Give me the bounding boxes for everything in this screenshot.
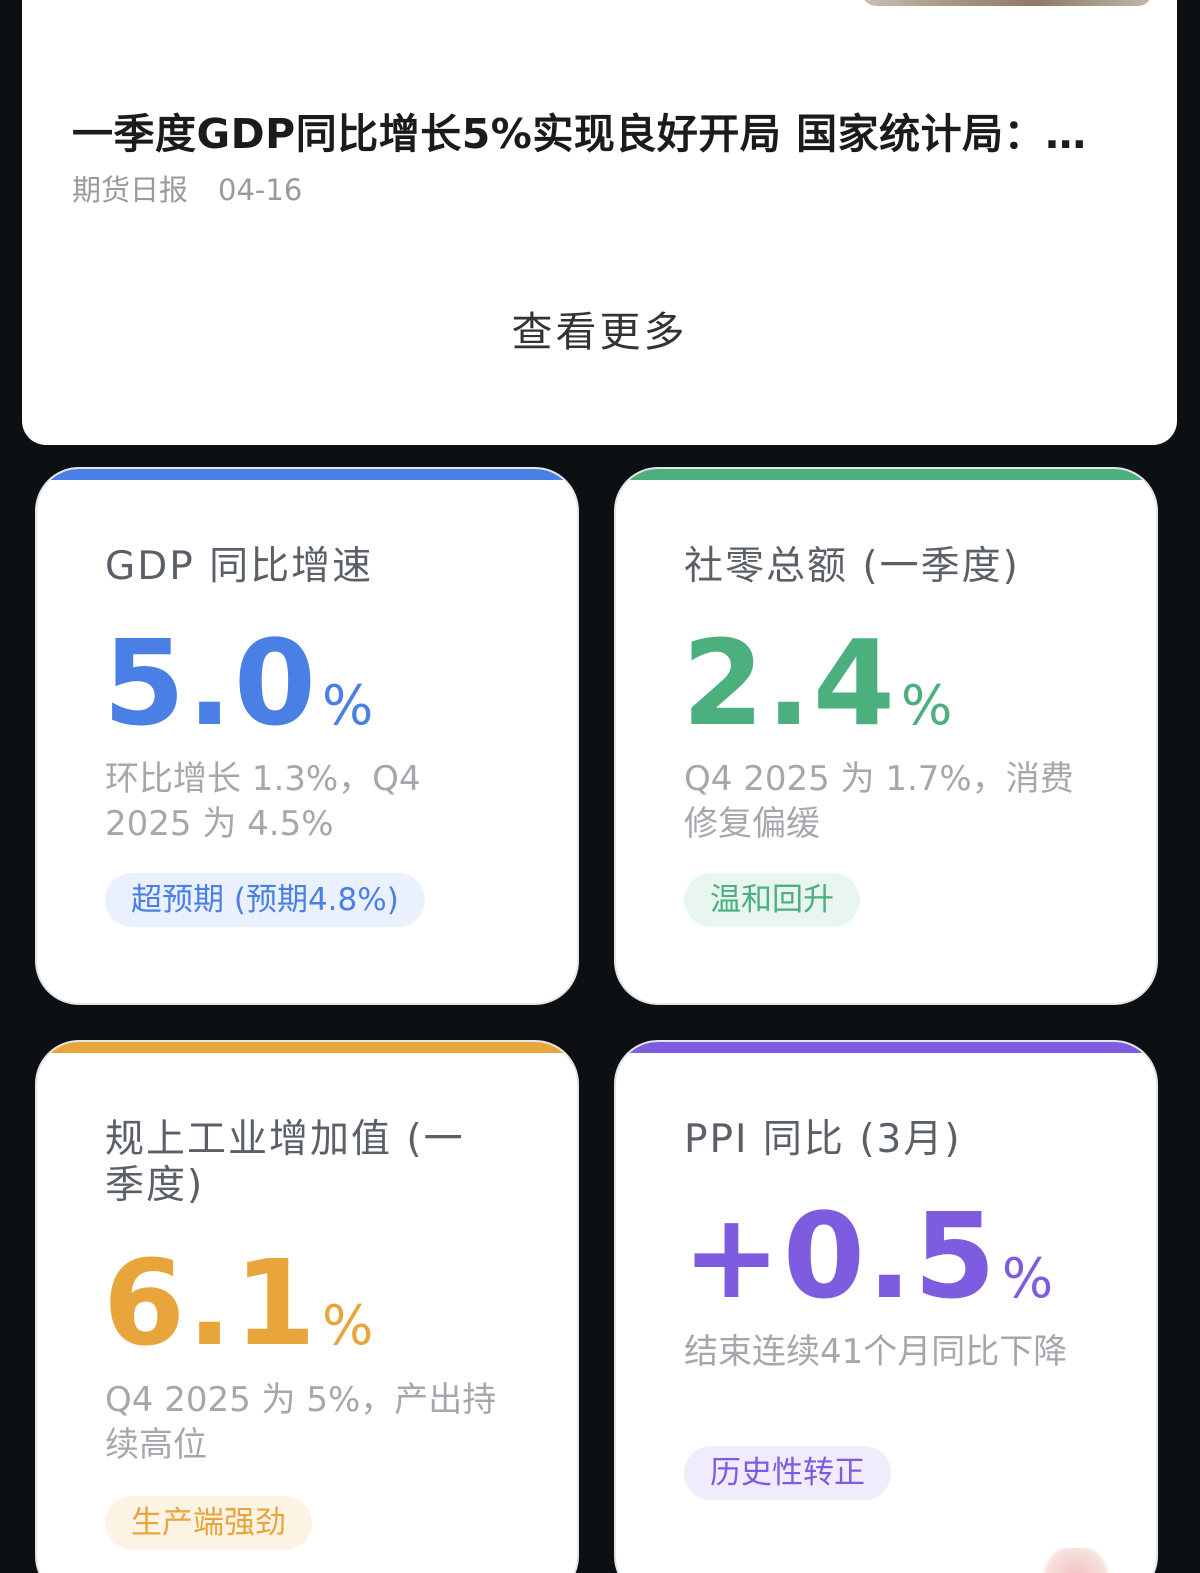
stat-number: +0.5	[682, 1187, 998, 1325]
card-accent-bar	[37, 1042, 577, 1053]
stat-card-gdp[interactable]: GDP 同比增速 5.0% 环比增长 1.3%，Q4 2025 为 4.5% 超…	[35, 467, 579, 1005]
screen: 一季度GDP同比增长5%实现良好开局 国家统计局：经济运行稳中向好 期货日报 04…	[0, 0, 1200, 1573]
stat-unit: %	[901, 674, 955, 737]
stat-value: 5.0%	[103, 624, 375, 765]
stat-description: Q4 2025 为 5%，产出持续高位	[105, 1380, 497, 1465]
card-accent-bar	[616, 469, 1156, 480]
stat-unit: %	[322, 1294, 376, 1357]
news-thumbnail[interactable]	[862, 0, 1152, 6]
stat-label: PPI 同比 (3月)	[684, 1117, 962, 1162]
news-source: 期货日报	[72, 173, 189, 207]
card-accent-bar	[37, 469, 577, 480]
stat-unit: %	[322, 674, 376, 737]
stat-card-industry[interactable]: 规上工业增加值 (一季度) 6.1% Q4 2025 为 5%，产出持续高位 生…	[35, 1040, 579, 1573]
view-more-button[interactable]: 查看更多	[22, 298, 1177, 358]
stat-value: +0.5%	[682, 1197, 1055, 1338]
news-card[interactable]: 一季度GDP同比增长5%实现良好开局 国家统计局：经济运行稳中向好 期货日报 04…	[22, 0, 1177, 445]
stat-card-ppi[interactable]: PPI 同比 (3月) +0.5% 结束连续41个月同比下降 历史性转正	[614, 1040, 1158, 1573]
card-accent-bar	[616, 1042, 1156, 1053]
stat-unit: %	[1001, 1247, 1056, 1310]
stat-badge: 超预期 (预期4.8%)	[105, 873, 425, 927]
stat-label: 社零总额 (一季度)	[684, 544, 1020, 589]
stat-label: 规上工业增加值 (一季度)	[105, 1117, 465, 1208]
stat-description: Q4 2025 为 1.7%，消费修复偏缓	[684, 759, 1074, 844]
stat-number: 2.4	[682, 614, 898, 752]
stat-badge: 生产端强劲	[105, 1496, 312, 1550]
stat-value: 2.4%	[682, 624, 954, 765]
stat-description: 结束连续41个月同比下降	[684, 1332, 1068, 1372]
stat-number: 5.0	[103, 614, 319, 752]
stat-value: 6.1%	[103, 1244, 375, 1385]
news-meta: 期货日报 04-16	[72, 167, 302, 209]
stat-badge: 历史性转正	[684, 1446, 891, 1500]
news-date: 04-16	[218, 173, 303, 207]
news-title[interactable]: 一季度GDP同比增长5%实现良好开局 国家统计局：经济运行稳中向好	[72, 100, 1122, 160]
stat-label: GDP 同比增速	[105, 544, 374, 589]
stat-badge: 温和回升	[684, 873, 860, 927]
stat-description: 环比增长 1.3%，Q4 2025 为 4.5%	[105, 759, 421, 844]
stat-number: 6.1	[103, 1234, 319, 1372]
decorative-illustration	[1036, 1548, 1116, 1573]
stat-card-retail[interactable]: 社零总额 (一季度) 2.4% Q4 2025 为 1.7%，消费修复偏缓 温和…	[614, 467, 1158, 1005]
